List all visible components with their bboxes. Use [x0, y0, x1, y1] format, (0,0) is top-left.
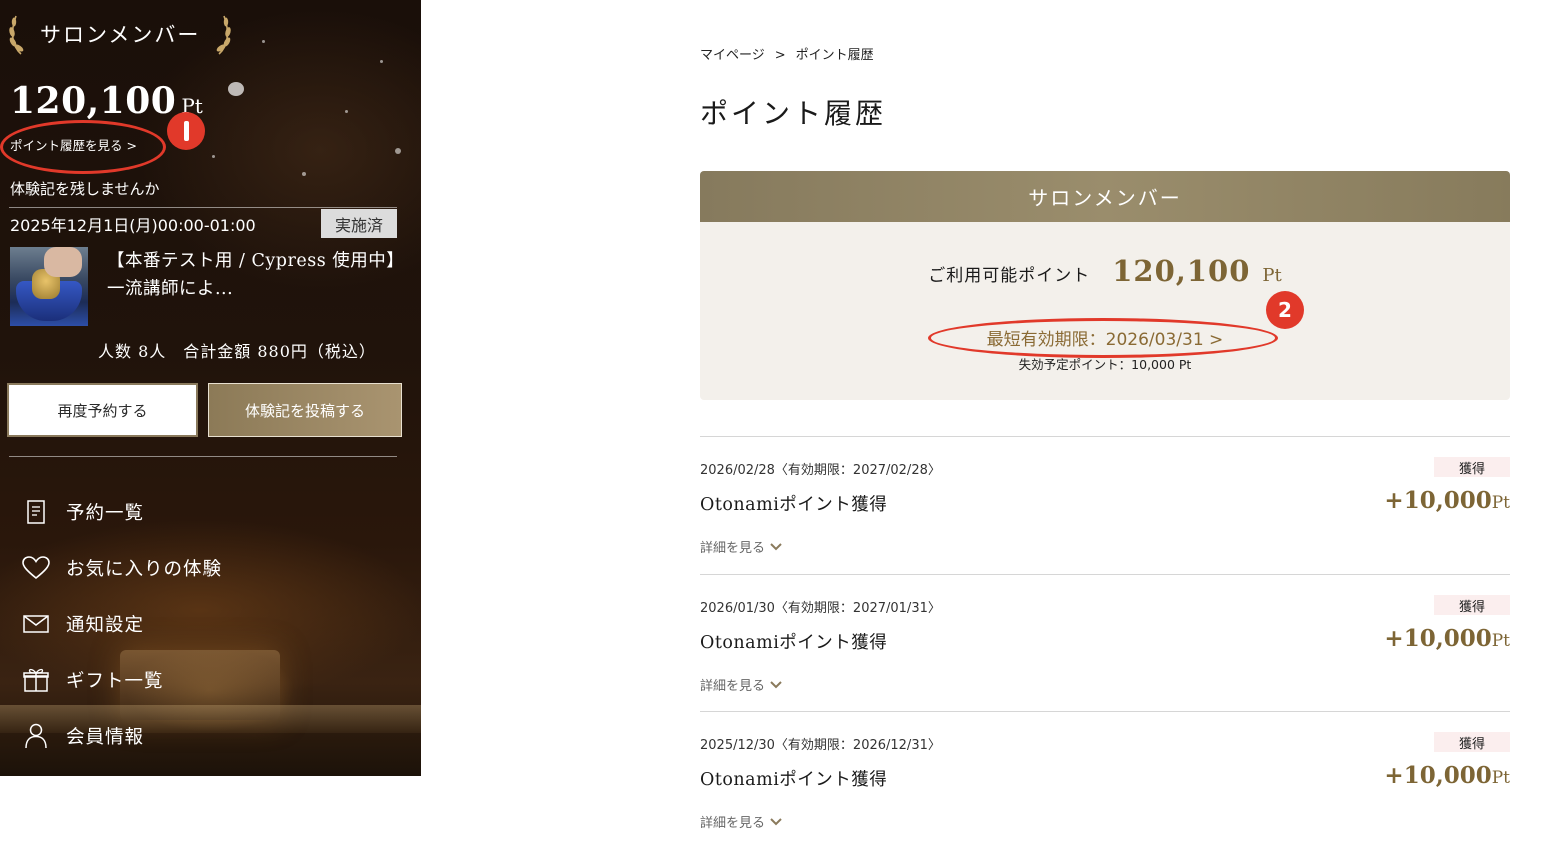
document-icon [22, 498, 50, 526]
chevron-down-icon [770, 680, 782, 688]
history-type-badge: 獲得 [1434, 457, 1510, 477]
available-points-row: ご利用可能ポイント 120,100 Pt [700, 254, 1510, 288]
history-amount-unit: Pt [1491, 768, 1510, 788]
sidebar-item-notifications[interactable]: 通知設定 [22, 596, 402, 652]
thumbnail-hand [44, 247, 82, 277]
available-points-label: ご利用可能ポイント [928, 266, 1091, 286]
history-amount-value: +10,000 [1384, 487, 1492, 514]
annotation-badge-1 [167, 112, 205, 150]
rebook-button[interactable]: 再度予約する [7, 383, 198, 437]
points-total-value: 120,100 [10, 80, 177, 122]
history-date: 2026/01/30〈有効期限：2027/01/31〉 [700, 601, 941, 616]
sidebar-item-gifts[interactable]: ギフト一覧 [22, 652, 402, 708]
available-points-unit: Pt [1262, 265, 1282, 286]
rank-header: サロンメンバー [8, 10, 232, 58]
history-detail-toggle[interactable]: 詳細を見る [700, 537, 783, 556]
sidebar: サロンメンバー 120,100 Pt ポイント履歴を見る > 体験記を残しません… [0, 0, 421, 776]
review-prompt: 体験記を残しませんか [10, 180, 160, 198]
annotation-badge-2: 2 [1266, 291, 1304, 329]
sidebar-nav: 予約一覧 お気に入りの体験 通知設定 ギフト一覧 会員情報 [22, 484, 402, 764]
history-detail-toggle[interactable]: 詳細を見る [700, 675, 783, 694]
points-summary-card: サロンメンバー ご利用可能ポイント 120,100 Pt 最短有効期限：2026… [700, 171, 1510, 400]
history-date: 2026/02/28〈有効期限：2027/02/28〉 [700, 463, 941, 478]
breadcrumb-current: ポイント履歴 [795, 48, 874, 63]
card-rank-header: サロンメンバー [700, 171, 1510, 222]
booking-datetime: 2025年12月1日(月)00:00-01:00 [10, 216, 256, 235]
detail-label: 詳細を見る [700, 679, 766, 694]
history-amount-unit: Pt [1491, 631, 1510, 651]
sidebar-item-label: 通知設定 [66, 615, 145, 636]
background-speck [212, 155, 215, 158]
experience-title[interactable]: 【本番テスト用 / Cypress 使用中】一流講師によ... [107, 247, 407, 303]
history-title: Otonamiポイント獲得 [700, 633, 888, 653]
nearest-expiry-link[interactable]: 最短有効期限：2026/03/31 > [700, 325, 1510, 350]
chevron-down-icon [770, 542, 782, 550]
breadcrumb: マイページ > ポイント履歴 [700, 44, 874, 63]
mail-icon [22, 610, 50, 638]
detail-label: 詳細を見る [700, 541, 766, 556]
history-item: 2026/02/28〈有効期限：2027/02/28〉 獲得 Otonamiポイ… [700, 436, 1510, 574]
chevron-down-icon [770, 817, 782, 825]
background-speck [345, 110, 348, 113]
point-history-link[interactable]: ポイント履歴を見る > [10, 135, 137, 154]
history-detail-toggle[interactable]: 詳細を見る [700, 812, 783, 831]
history-amount-value: +10,000 [1384, 625, 1492, 652]
divider [9, 456, 397, 457]
available-points-value: 120,100 [1112, 254, 1251, 288]
breadcrumb-separator: > [774, 48, 786, 63]
history-date: 2025/12/30〈有効期限：2026/12/31〉 [700, 738, 941, 753]
history-amount-unit: Pt [1491, 493, 1510, 513]
background-speck [302, 172, 306, 176]
laurel-left-icon [9, 15, 24, 55]
heart-icon [22, 554, 50, 582]
page-title: ポイント履歴 [700, 97, 887, 130]
post-review-button[interactable]: 体験記を投稿する [208, 383, 402, 437]
sidebar-item-label: 会員情報 [66, 727, 145, 748]
sidebar-item-label: ギフト一覧 [66, 671, 164, 692]
laurel-right-icon [217, 15, 232, 55]
history-amount: +10,000 Pt [1384, 487, 1510, 514]
history-item: 2026/01/30〈有効期限：2027/01/31〉 獲得 Otonamiポイ… [700, 574, 1510, 712]
background-speck [380, 60, 383, 63]
background-speck [228, 82, 244, 96]
status-badge: 実施済 [321, 209, 397, 238]
sidebar-item-reservations[interactable]: 予約一覧 [22, 484, 402, 540]
detail-label: 詳細を見る [700, 816, 766, 831]
sidebar-item-label: お気に入りの体験 [66, 559, 223, 580]
history-amount: +10,000 Pt [1384, 625, 1510, 652]
history-title: Otonamiポイント獲得 [700, 770, 888, 790]
history-title: Otonamiポイント獲得 [700, 495, 888, 515]
sidebar-item-label: 予約一覧 [66, 503, 145, 524]
expiring-points: 失効予定ポイント：10,000 Pt [1018, 357, 1192, 372]
background-speck [262, 40, 265, 43]
background-speck [395, 148, 401, 154]
sidebar-item-favorites[interactable]: お気に入りの体験 [22, 540, 402, 596]
gift-icon [22, 666, 50, 694]
divider [9, 207, 397, 208]
sidebar-item-member-info[interactable]: 会員情報 [22, 708, 402, 764]
rank-title: サロンメンバー [40, 23, 201, 47]
breadcrumb-home-link[interactable]: マイページ [700, 48, 765, 63]
booking-summary: 人数 8人 合計金額 880円（税込） [98, 342, 376, 361]
history-item: 2025/12/30〈有効期限：2026/12/31〉 獲得 Otonamiポイ… [700, 711, 1510, 849]
experience-thumbnail[interactable] [10, 247, 88, 326]
user-icon [22, 722, 50, 750]
history-type-badge: 獲得 [1434, 732, 1510, 752]
history-type-badge: 獲得 [1434, 595, 1510, 615]
